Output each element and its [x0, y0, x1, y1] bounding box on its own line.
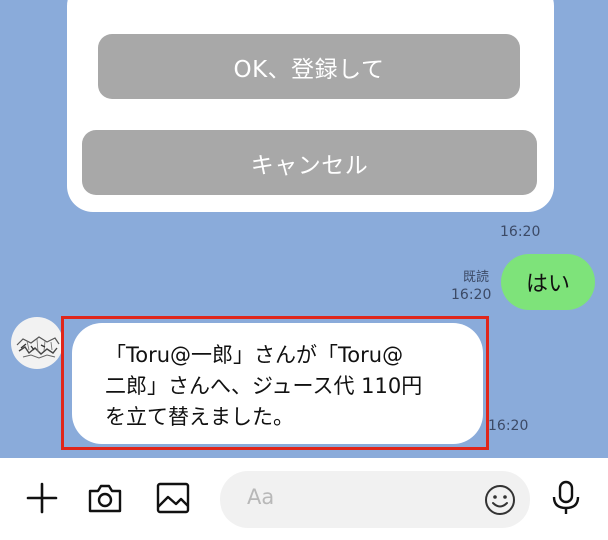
read-receipt: 既読: [463, 270, 490, 285]
message-input[interactable]: Aa: [220, 471, 530, 528]
emoji-icon[interactable]: [483, 483, 517, 517]
confirmation-card: OK、登録して キャンセル: [67, 0, 554, 212]
card-timestamp: 16:20: [500, 224, 541, 240]
image-icon[interactable]: [153, 478, 193, 518]
incoming-message-bubble[interactable]: 「Toru@一郎」さんが「Toru@ 二郎」さんへ、ジュース代 110円 を立て…: [72, 323, 483, 444]
message-input-bar: Aa: [0, 458, 608, 540]
input-placeholder: Aa: [247, 485, 275, 509]
message-line-3: を立て替えました。: [105, 405, 294, 429]
my-message-timestamp: 16:20: [451, 287, 492, 303]
ok-register-button[interactable]: OK、登録して: [98, 34, 520, 99]
incoming-message-timestamp: 16:20: [488, 418, 529, 434]
avatar-sketch-icon: [16, 336, 60, 359]
avatar[interactable]: [11, 317, 63, 369]
message-line-2: 二郎」さんへ、ジュース代 110円: [105, 374, 423, 398]
message-line-1: 「Toru@一郎」さんが「Toru@: [105, 343, 404, 367]
chat-area: OK、登録して キャンセル 16:20 既読 16:20 はい 「Toru@一郎…: [0, 0, 608, 458]
cancel-button[interactable]: キャンセル: [82, 130, 537, 195]
camera-icon[interactable]: [85, 478, 125, 518]
microphone-icon[interactable]: [546, 478, 586, 518]
my-message-bubble[interactable]: はい: [501, 254, 595, 310]
plus-icon[interactable]: [22, 478, 62, 518]
